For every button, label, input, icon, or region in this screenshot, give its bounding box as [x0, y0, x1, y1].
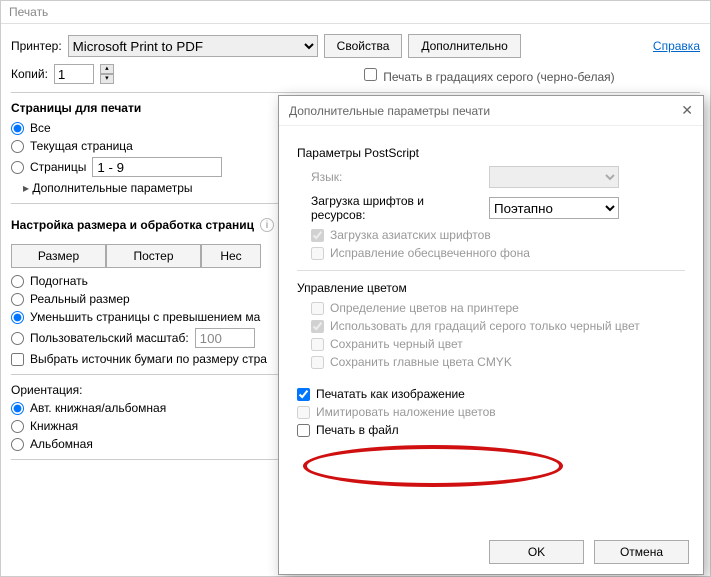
paper-source-label: Выбрать источник бумаги по размеру стра [30, 352, 267, 366]
info-icon: i [260, 218, 274, 232]
poster-button[interactable]: Постер [106, 244, 201, 268]
orientation-landscape-label: Альбомная [30, 437, 93, 451]
grayscale-black-label: Использовать для градаций серого только … [330, 319, 640, 333]
copies-label: Копий: [11, 67, 48, 81]
printer-select[interactable]: Microsoft Print to PDF [68, 35, 318, 57]
fit-radio[interactable] [11, 275, 24, 288]
shrink-radio[interactable] [11, 311, 24, 324]
custom-scale-radio[interactable] [11, 332, 24, 345]
ok-button[interactable]: OK [489, 540, 584, 564]
printer-label: Принтер: [11, 39, 62, 53]
color-on-printer-checkbox [311, 302, 324, 315]
several-button[interactable]: Нес [201, 244, 261, 268]
preserve-cmyk-checkbox [311, 356, 324, 369]
preserve-black-checkbox [311, 338, 324, 351]
preserve-black-label: Сохранить черный цвет [330, 337, 463, 351]
print-to-file-label: Печать в файл [316, 423, 399, 437]
pages-all-radio[interactable] [11, 122, 24, 135]
actual-size-label: Реальный размер [30, 292, 130, 306]
fix-bleached-label: Исправление обесцвеченного фона [330, 246, 530, 260]
custom-scale-label: Пользовательский масштаб: [30, 331, 189, 345]
grayscale-label: Печать в градациях серого (черно-белая) [383, 70, 614, 84]
pages-current-label: Текущая страница [30, 139, 133, 153]
copies-spinner[interactable]: ▴▾ [100, 64, 114, 84]
custom-scale-input[interactable] [195, 328, 255, 348]
size-button[interactable]: Размер [11, 244, 106, 268]
paper-source-checkbox[interactable] [11, 353, 24, 366]
shrink-label: Уменьшить страницы с превышением ма [30, 310, 260, 324]
grayscale-checkbox[interactable] [364, 68, 377, 81]
print-as-image-checkbox[interactable] [297, 388, 310, 401]
pages-range-input[interactable] [92, 157, 222, 177]
grayscale-black-checkbox [311, 320, 324, 333]
orientation-auto-radio[interactable] [11, 402, 24, 415]
cancel-button[interactable]: Отмена [594, 540, 689, 564]
preserve-cmyk-label: Сохранить главные цвета CMYK [330, 355, 512, 369]
orientation-landscape-radio[interactable] [11, 438, 24, 451]
pages-range-radio[interactable] [11, 161, 24, 174]
help-link[interactable]: Справка [653, 39, 700, 53]
advanced-print-dialog: Дополнительные параметры печати ✕ Параме… [278, 95, 704, 575]
color-header: Управление цветом [297, 281, 685, 295]
fonts-label: Загрузка шрифтов и ресурсов: [311, 194, 481, 222]
pages-all-label: Все [30, 121, 51, 135]
properties-button[interactable]: Свойства [324, 34, 403, 58]
orientation-auto-label: Авт. книжная/альбомная [30, 401, 166, 415]
fix-bleached-checkbox [311, 247, 324, 260]
actual-size-radio[interactable] [11, 293, 24, 306]
fonts-select[interactable]: Поэтапно [489, 197, 619, 219]
modal-title: Дополнительные параметры печати [289, 104, 490, 118]
postscript-header: Параметры PostScript [297, 146, 685, 160]
pages-current-radio[interactable] [11, 140, 24, 153]
window-title: Печать [1, 1, 710, 24]
fit-label: Подогнать [30, 274, 88, 288]
copies-input[interactable] [54, 64, 94, 84]
color-on-printer-label: Определение цветов на принтере [330, 301, 519, 315]
language-select [489, 166, 619, 188]
advanced-button[interactable]: Дополнительно [408, 34, 520, 58]
simulate-overprint-label: Имитировать наложение цветов [316, 405, 496, 419]
pages-range-label: Страницы [30, 160, 86, 174]
asian-fonts-label: Загрузка азиатских шрифтов [330, 228, 491, 242]
orientation-portrait-radio[interactable] [11, 420, 24, 433]
asian-fonts-checkbox [311, 229, 324, 242]
simulate-overprint-checkbox [297, 406, 310, 419]
print-as-image-label: Печатать как изображение [316, 387, 465, 401]
sizing-header: Настройка размера и обработка страниц [11, 218, 254, 232]
language-label: Язык: [311, 170, 481, 184]
orientation-portrait-label: Книжная [30, 419, 78, 433]
close-icon[interactable]: ✕ [681, 102, 693, 119]
print-to-file-checkbox[interactable] [297, 424, 310, 437]
